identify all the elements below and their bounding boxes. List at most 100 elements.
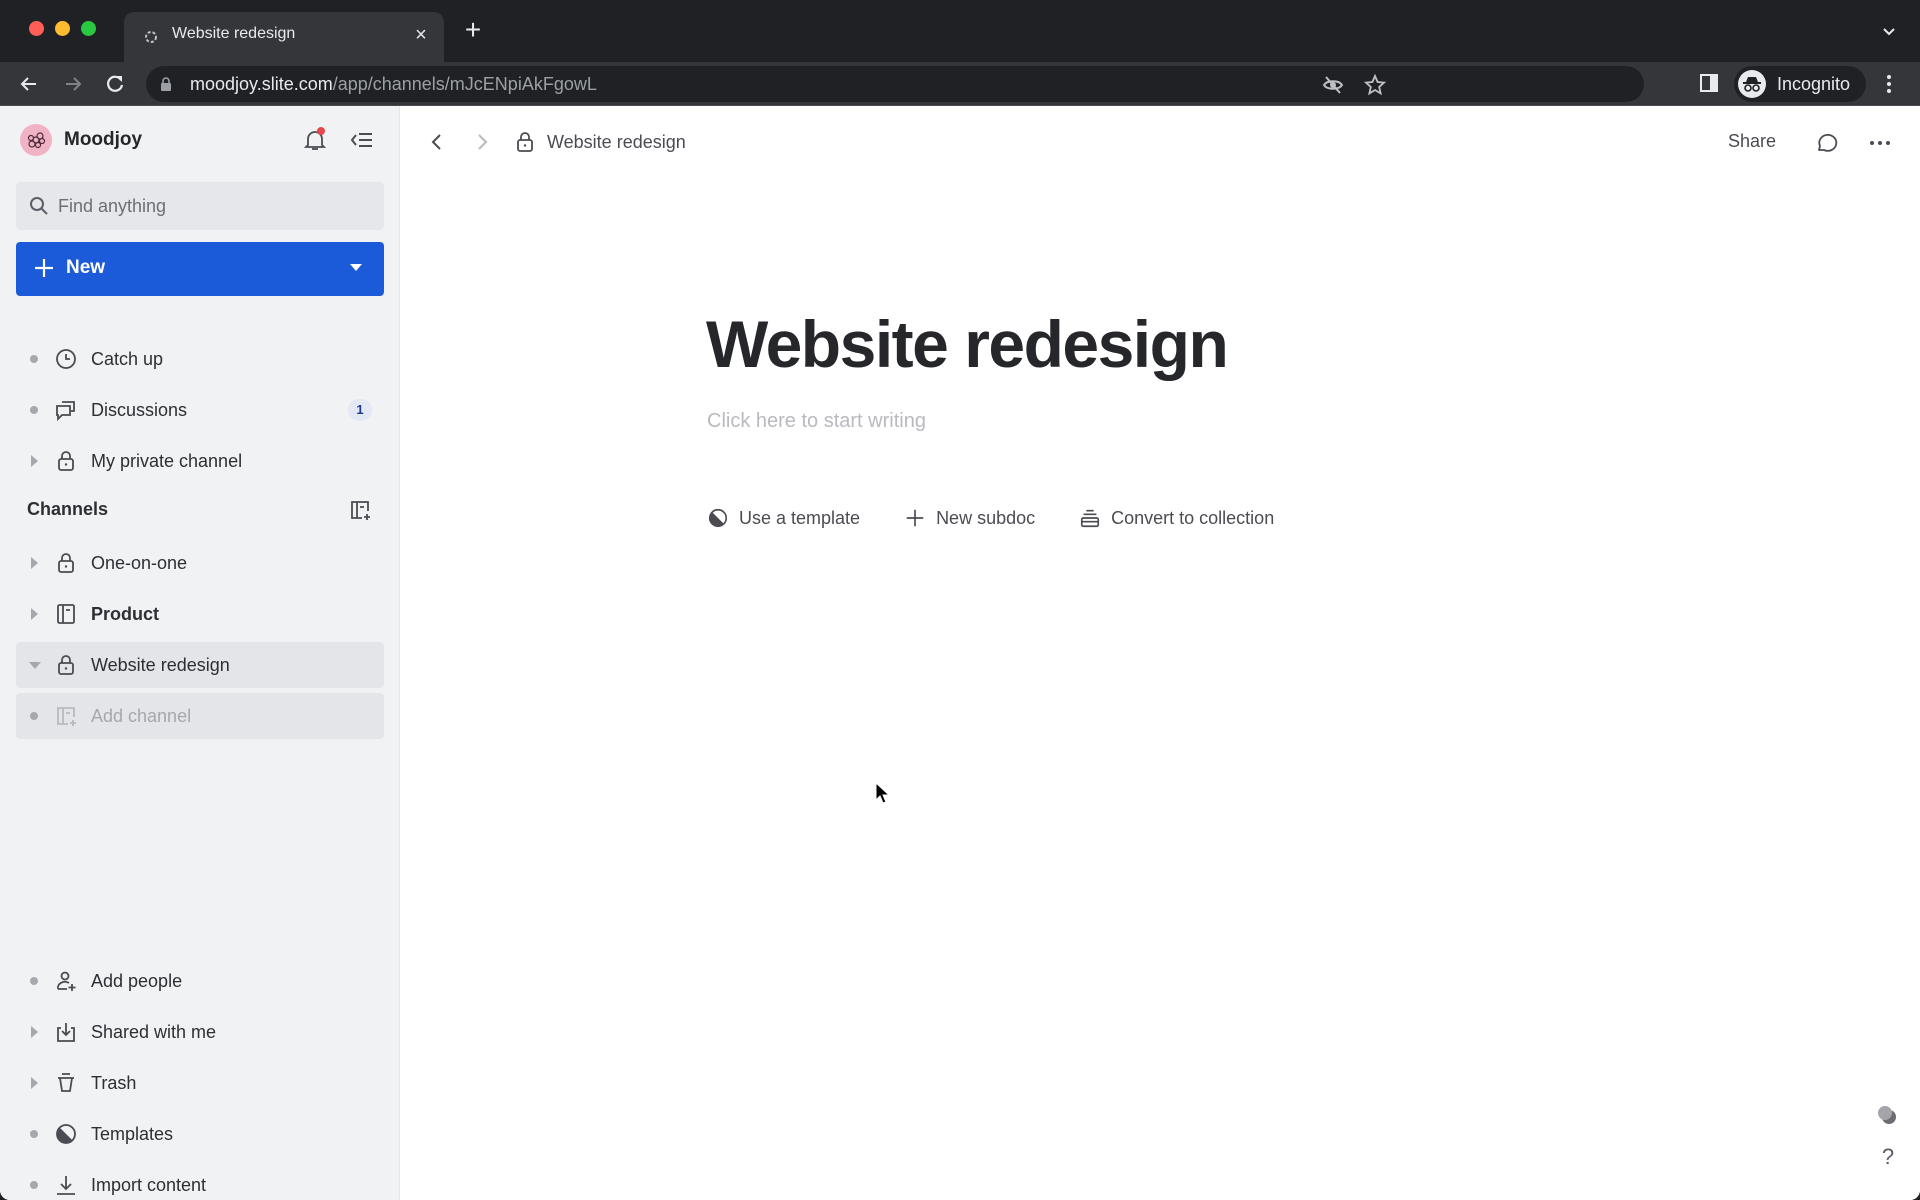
bullet-icon	[30, 1130, 38, 1138]
collapse-caret-icon[interactable]	[29, 662, 41, 669]
sidebar-item-label: One-on-one	[91, 553, 188, 573]
sidebar-channel-product[interactable]: Product	[16, 591, 384, 637]
tab-search-chevron-icon[interactable]	[1880, 22, 1898, 40]
breadcrumb-title[interactable]: Website redesign	[547, 132, 686, 153]
browser-reload-button[interactable]	[102, 71, 128, 97]
sidebar-item-import-content[interactable]: Import content	[16, 1162, 384, 1200]
sidebar-channel-website-redesign[interactable]: Website redesign	[16, 642, 384, 688]
side-panel-icon[interactable]	[1699, 73, 1719, 93]
collapse-sidebar-icon[interactable]	[350, 130, 374, 150]
browser-menu-icon[interactable]	[1882, 72, 1896, 96]
url-path: /app/channels/mJcENpiAkFgowL	[332, 74, 597, 94]
minimize-window-button[interactable]	[55, 21, 70, 36]
document-area: Website redesign Share Website redesign …	[401, 106, 1920, 1200]
sidebar-item-label: Templates	[91, 1124, 174, 1144]
expand-caret-icon[interactable]	[31, 1026, 38, 1038]
new-button[interactable]: New	[16, 242, 384, 296]
comment-icon[interactable]	[1814, 130, 1840, 156]
browser-forward-button[interactable]	[60, 71, 86, 97]
workspace-header: Moodjoy	[20, 124, 380, 156]
incognito-icon	[1738, 70, 1766, 98]
bullet-icon	[30, 712, 38, 720]
bullet-icon	[30, 355, 38, 363]
clock-icon	[54, 347, 78, 371]
search-box[interactable]	[16, 182, 384, 230]
more-options-icon[interactable]	[1867, 132, 1893, 154]
document-body-placeholder[interactable]: Click here to start writing	[707, 410, 926, 433]
share-button[interactable]: Share	[1728, 131, 1776, 152]
sidebar-item-my-private-channel[interactable]: My private channel	[16, 438, 384, 484]
sidebar-add-channel[interactable]: Add channel	[16, 693, 384, 739]
sidebar: Moodjoy New	[0, 106, 400, 1200]
eye-off-icon[interactable]	[1322, 74, 1344, 96]
channel-icon	[54, 602, 78, 626]
url-host: moodjoy.slite.com	[190, 74, 333, 94]
sidebar-item-shared-with-me[interactable]: Shared with me	[16, 1009, 384, 1055]
sidebar-item-label: Add channel	[91, 706, 192, 726]
channels-header: Channels	[27, 499, 109, 519]
sidebar-item-label: Import content	[91, 1175, 207, 1195]
incognito-profile-button[interactable]: Incognito	[1734, 66, 1866, 102]
new-tab-button[interactable]: +	[461, 16, 485, 44]
notifications-bell-icon[interactable]	[302, 127, 328, 153]
maximize-window-button[interactable]	[81, 21, 96, 36]
doc-forward-chevron-icon[interactable]	[472, 132, 492, 152]
sidebar-item-trash[interactable]: Trash	[16, 1060, 384, 1106]
new-subdoc-button[interactable]: New subdoc	[904, 504, 1035, 532]
help-question-icon[interactable]: ?	[1877, 1144, 1899, 1170]
breadcrumb-lock-icon	[515, 130, 535, 154]
sidebar-item-label: Add people	[91, 971, 183, 991]
search-input[interactable]	[58, 182, 374, 230]
sidebar-item-add-people[interactable]: Add people	[16, 958, 384, 1004]
tab-close-icon[interactable]: ×	[410, 24, 432, 46]
plus-icon	[32, 256, 56, 280]
sidebar-item-catch-up[interactable]: Catch up	[16, 336, 384, 382]
workspace-avatar[interactable]	[20, 124, 52, 156]
add-channel-icon	[54, 704, 78, 728]
new-dropdown-caret-icon[interactable]	[350, 264, 362, 271]
incognito-label: Incognito	[1777, 74, 1851, 94]
sidebar-item-discussions[interactable]: Discussions 1	[16, 387, 384, 433]
browser-back-button[interactable]	[16, 71, 42, 97]
use-template-button[interactable]: Use a template	[707, 504, 860, 532]
bookmark-star-icon[interactable]	[1363, 73, 1387, 96]
expand-caret-icon[interactable]	[31, 1077, 38, 1089]
expand-caret-icon[interactable]	[31, 608, 38, 620]
slite-favicon-icon	[144, 30, 158, 44]
add-channel-icon[interactable]	[348, 498, 372, 522]
inbox-download-icon	[54, 1020, 78, 1044]
import-icon	[54, 1173, 78, 1197]
bullet-icon	[30, 1181, 38, 1189]
new-button-label: New	[66, 257, 106, 278]
notification-dot	[317, 127, 325, 135]
discussions-count-badge: 1	[348, 399, 372, 421]
assistant-bubble-icon[interactable]	[1876, 1104, 1898, 1126]
convert-to-collection-label: Convert to collection	[1111, 507, 1275, 528]
bullet-icon	[30, 977, 38, 985]
convert-to-collection-button[interactable]: Convert to collection	[1079, 504, 1274, 532]
sidebar-item-label: Product	[91, 604, 160, 624]
use-template-label: Use a template	[739, 507, 861, 528]
sidebar-item-templates[interactable]: Templates	[16, 1111, 384, 1157]
address-bar[interactable]: moodjoy.slite.com/app/channels/mJcENpiAk…	[146, 66, 1644, 102]
sidebar-item-label: Website redesign	[91, 655, 230, 675]
url-text: moodjoy.slite.com/app/channels/mJcENpiAk…	[190, 74, 597, 95]
sidebar-channel-one-on-one[interactable]: One-on-one	[16, 540, 384, 586]
expand-caret-icon[interactable]	[31, 455, 38, 467]
sidebar-item-label: My private channel	[91, 451, 243, 471]
document-title[interactable]: Website redesign	[706, 306, 1229, 382]
sidebar-item-label: Catch up	[91, 349, 164, 369]
lock-icon	[54, 551, 78, 575]
tab-strip: Website redesign × +	[0, 0, 1920, 62]
secure-lock-icon	[160, 77, 172, 91]
browser-toolbar: moodjoy.slite.com/app/channels/mJcENpiAk…	[0, 62, 1920, 106]
search-icon	[28, 195, 50, 217]
expand-caret-icon[interactable]	[31, 557, 38, 569]
close-window-button[interactable]	[29, 21, 44, 36]
lock-icon	[54, 449, 78, 473]
browser-tab[interactable]: Website redesign ×	[124, 12, 444, 62]
workspace-name[interactable]: Moodjoy	[64, 129, 142, 151]
slite-app: Moodjoy New	[0, 106, 1920, 1200]
add-user-icon	[54, 969, 78, 993]
doc-back-chevron-icon[interactable]	[427, 132, 447, 152]
